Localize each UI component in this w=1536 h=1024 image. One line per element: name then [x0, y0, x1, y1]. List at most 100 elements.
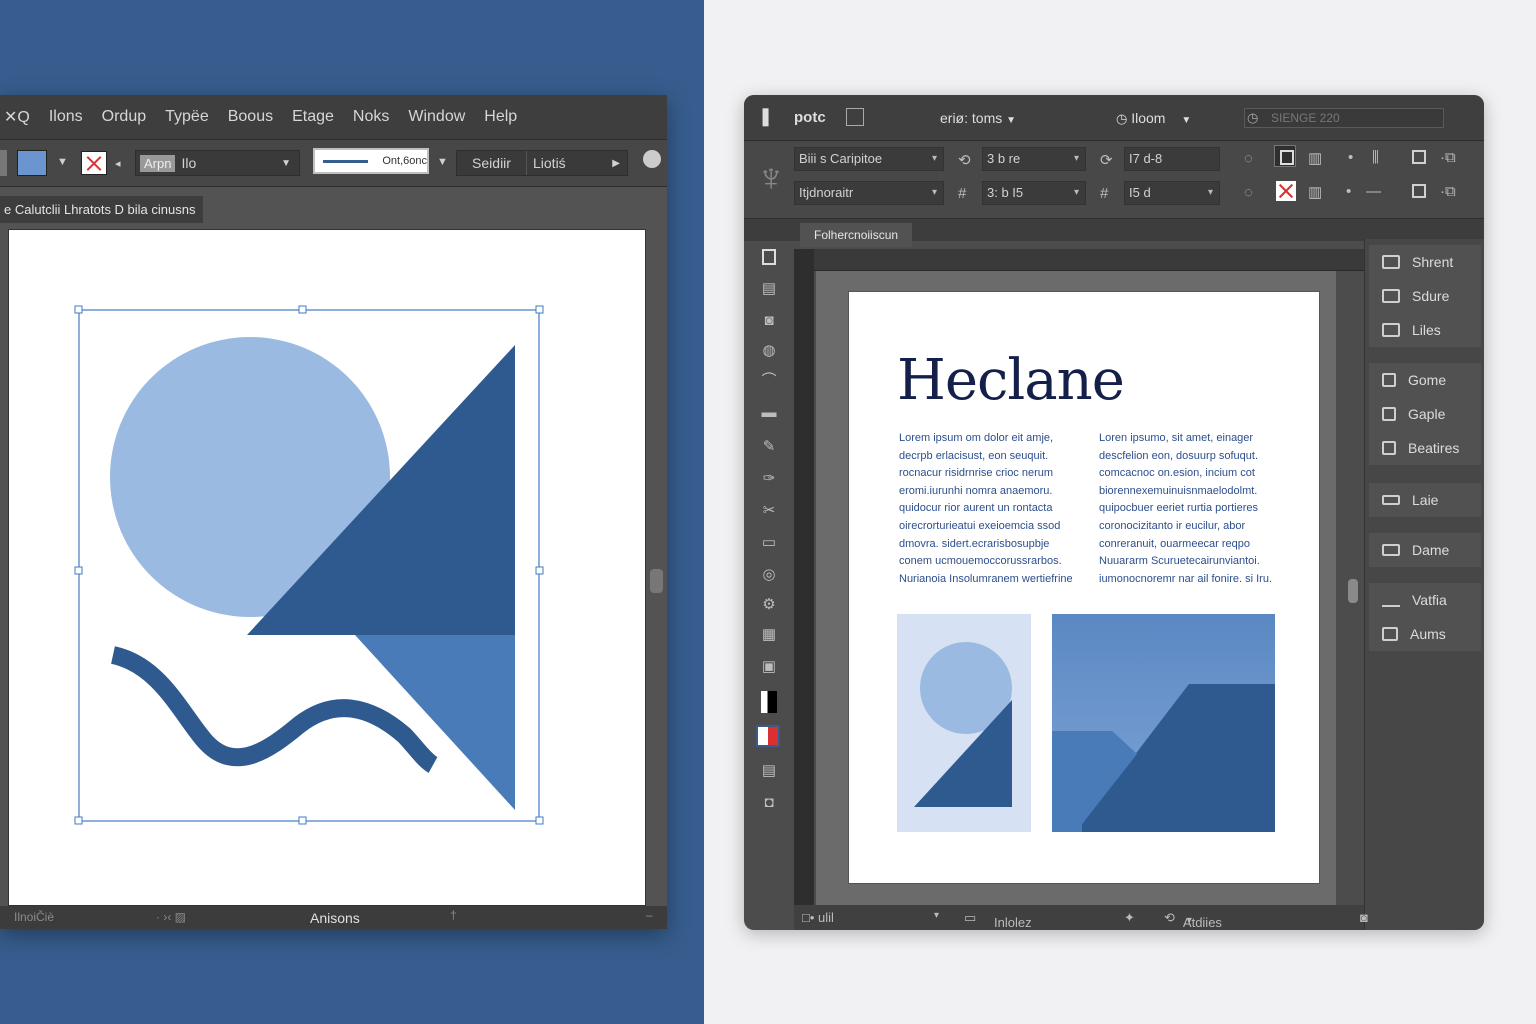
document-page[interactable]: Heclane Lorem ipsum om dolor eit amje, d… [848, 291, 1320, 884]
artboard[interactable] [8, 229, 646, 906]
image-frame-left[interactable] [897, 614, 1031, 832]
align-icon[interactable]: ▥ [1308, 149, 1322, 167]
text-column-right[interactable]: Loren ipsumo, sit amet, einager descfeli… [1099, 430, 1274, 588]
stroke-none-icon[interactable] [81, 151, 107, 175]
export-icon[interactable]: ·⧉ [1440, 183, 1456, 200]
menu-item-app[interactable]: ✕Q [4, 107, 30, 127]
stroke-weight-dropdown[interactable]: Ont,6onc [313, 148, 429, 174]
menu-item-select[interactable]: Boous [228, 108, 273, 126]
rotate-icon[interactable]: ◌ [1244, 150, 1253, 167]
selection-handle[interactable] [535, 566, 544, 575]
kerning-field[interactable]: I5 d ▾ [1124, 181, 1220, 205]
pencil-icon[interactable]: ✎ [759, 437, 779, 457]
zoom-dropdown[interactable]: ◷ Iloom ▼ [1116, 110, 1191, 127]
shear-icon[interactable]: ◌ [1244, 184, 1253, 201]
app-name[interactable]: potc [794, 109, 826, 126]
box-icon[interactable] [1412, 184, 1426, 198]
settings-icon[interactable]: ◙ [1360, 910, 1368, 925]
vertical-scrollbar[interactable] [650, 569, 663, 593]
frame-tool-icon[interactable]: ▬ [759, 403, 779, 423]
selection-handle[interactable] [535, 816, 544, 825]
stroke-arrow-icon[interactable]: ◂ [115, 157, 121, 170]
vertical-scrollbar[interactable] [1348, 579, 1358, 603]
menu-item-view[interactable]: Noks [353, 108, 389, 126]
direct-selection-tool-icon[interactable]: ▤ [759, 279, 779, 299]
style-segment-left[interactable]: Seidiir [457, 151, 527, 175]
panel-item-gome[interactable]: Gome [1369, 363, 1481, 397]
menu-item-window[interactable]: Window [408, 108, 465, 126]
fill-stroke-swap-icon[interactable] [761, 691, 777, 713]
menu-item-effect[interactable]: Etage [292, 108, 334, 126]
transform-tool-icon[interactable]: ⚙ [759, 595, 779, 615]
export-icon[interactable]: ·⧉ [1440, 149, 1456, 166]
pin-icon[interactable]: ✦ [1124, 910, 1135, 926]
panel-item-vatfia[interactable]: Vatfia [1369, 583, 1481, 617]
reference-point-icon[interactable]: ♆ [756, 147, 786, 209]
scissors-icon[interactable]: ✂ [759, 501, 779, 521]
panel-item-aums[interactable]: Aums [1369, 617, 1481, 651]
selection-handle[interactable] [535, 305, 544, 314]
options-circle-icon[interactable] [643, 150, 661, 168]
font-dropdown[interactable]: Arpn Ilo ▼ [135, 150, 300, 176]
page-heading[interactable]: Heclane [897, 348, 1125, 413]
previous-swatch[interactable] [0, 150, 7, 176]
panel-item-laie[interactable]: Laie [1369, 483, 1481, 517]
workspace-dropdown[interactable]: eriø: toms ▼ [940, 110, 1016, 126]
gradient-tool-icon[interactable]: ▦ [759, 625, 779, 645]
document-tab[interactable]: e Calutclii Lhratots D bila cinusns [0, 196, 203, 223]
leading-field[interactable]: I7 d-8 [1124, 147, 1220, 171]
rotate-tool-icon[interactable]: ◎ [759, 565, 779, 585]
panel-item-dame[interactable]: Dame [1369, 533, 1481, 567]
search-input[interactable]: ◷ SIENGE 220 [1244, 108, 1444, 128]
box-icon[interactable] [1412, 150, 1426, 164]
line-icon[interactable]: — [1366, 183, 1381, 200]
gap-tool-icon[interactable]: ◍ [759, 341, 779, 361]
minimize-icon[interactable]: – [646, 908, 653, 922]
selection-handle[interactable] [298, 305, 307, 314]
dot-icon[interactable]: • [1346, 183, 1351, 200]
tracking-field[interactable]: 3: b I5 ▾ [982, 181, 1086, 205]
panel-item-beatires[interactable]: Beatires [1369, 431, 1481, 465]
font-size-field[interactable]: 3 b re ▾ [982, 147, 1086, 171]
dot-icon[interactable]: • [1348, 149, 1353, 166]
image-frame-right[interactable] [1052, 614, 1275, 832]
color-mode-icon[interactable] [756, 725, 780, 747]
rectangle-tool-icon[interactable]: ▭ [759, 533, 779, 553]
page-tool-icon[interactable]: ◙ [759, 311, 779, 331]
panel-item-shrent[interactable]: Shrent [1369, 245, 1481, 279]
preflight-icon[interactable]: ▭ [964, 910, 976, 926]
columns-icon[interactable]: ⫼ [1372, 149, 1379, 166]
selection-handle[interactable] [74, 566, 83, 575]
text-column-left[interactable]: Lorem ipsum om dolor eit amje, decrpb er… [899, 430, 1074, 588]
fill-color-swatch[interactable] [17, 150, 47, 176]
menu-item-object[interactable]: Ordup [102, 108, 146, 126]
selection-handle[interactable] [74, 816, 83, 825]
pin-icon[interactable]: † [450, 908, 457, 922]
document-tab[interactable]: Folhercnoiiscun [800, 223, 913, 247]
selection-tool-icon[interactable] [762, 249, 776, 265]
fill-dropdown-chevron-icon[interactable]: ▼ [57, 156, 68, 168]
style-segmented-control[interactable]: Seidiir Liotiś ▶ [456, 150, 628, 176]
artwork-svg[interactable] [9, 230, 647, 907]
panel-item-sdure[interactable]: Sdure [1369, 279, 1481, 313]
style-segment-right[interactable]: Liotiś [533, 155, 566, 171]
pen-icon[interactable]: ✑ [759, 469, 779, 489]
font-family-field[interactable]: Biii s Caripitoe ▾ [794, 147, 944, 171]
layout-icon[interactable] [846, 108, 864, 126]
frame-select-icon[interactable] [1274, 145, 1296, 167]
selection-handle[interactable] [74, 305, 83, 314]
menu-item-help[interactable]: Help [484, 108, 517, 126]
panel-item-liles[interactable]: Liles [1369, 313, 1481, 347]
screen-mode-icon[interactable]: ◘ [759, 793, 779, 813]
menu-item-type[interactable]: Typëe [165, 108, 209, 126]
menu-item-file[interactable]: Ilons [49, 108, 83, 126]
wave-path[interactable] [110, 646, 439, 773]
distribute-icon[interactable]: ▥ [1308, 183, 1322, 201]
font-style-field[interactable]: Itjdnoraitr ▾ [794, 181, 944, 205]
selection-handle[interactable] [298, 816, 307, 825]
status-errors[interactable]: ⟲ Atdiies ▾ [1164, 910, 1222, 930]
status-left[interactable]: IlnoiČiè [14, 910, 54, 924]
chevron-down-icon[interactable]: ▾ [934, 910, 939, 921]
status-mid-icons[interactable]: · ›‹ ▨ [156, 910, 186, 924]
status-page-field[interactable]: □• ulil [802, 910, 834, 925]
